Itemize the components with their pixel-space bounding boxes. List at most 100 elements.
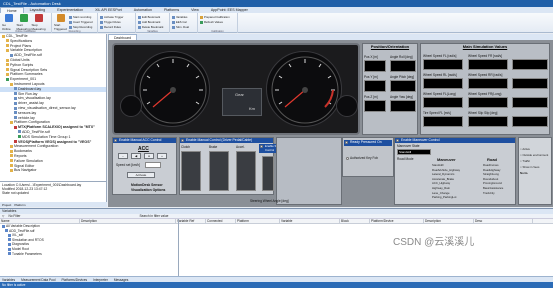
tree-item[interactable]: MTX(Platform SCALEXIO) assigned to "MTX" bbox=[0, 125, 106, 130]
bottom-tab-platforms[interactable]: Platforms/Devices bbox=[61, 278, 87, 282]
edit-bookmark-item[interactable]: Edit Bookmark bbox=[138, 15, 163, 19]
folder-icon bbox=[10, 154, 13, 158]
acc-resume-button[interactable]: ● bbox=[144, 153, 154, 159]
group-label: Online Calibration bbox=[15, 30, 36, 33]
angle-pitch-label: Angle Pitch [deg] bbox=[390, 75, 415, 79]
prop-state: State not updated bbox=[2, 191, 29, 195]
group-label: Variables bbox=[147, 30, 158, 33]
file-icon bbox=[10, 53, 13, 57]
maneuver-option[interactable]: Parking_ParkingLot bbox=[432, 195, 482, 200]
col-description-2[interactable]: Description bbox=[424, 219, 474, 223]
ees-cal-item[interactable]: EES Cal bbox=[172, 20, 189, 24]
road-list: RoadCurves RoadHighway StraightLong Roun… bbox=[483, 163, 515, 203]
col-name[interactable]: Name bbox=[0, 219, 80, 223]
bottom-tab-messages[interactable]: Messages bbox=[114, 278, 129, 282]
road-option[interactable]: TrackCity bbox=[483, 191, 515, 196]
variables-item[interactable]: Variables bbox=[172, 15, 189, 19]
stim-dual-item[interactable]: Stim. Dual bbox=[172, 25, 189, 29]
col-block[interactable]: Block bbox=[340, 219, 370, 223]
enable-maneuver-checkbox[interactable] bbox=[396, 139, 399, 142]
wheel-speed-rl-label: Wheel Speed RL [rad/s] bbox=[423, 73, 457, 77]
prepared-calibration-item[interactable]: Prepared Calibration bbox=[200, 15, 230, 19]
acc-set-button[interactable]: ◀ bbox=[131, 153, 141, 159]
folder-icon bbox=[10, 120, 13, 124]
visualization-caption-1: MotionDesk Sensor bbox=[131, 183, 163, 187]
col-variable-ref[interactable]: Variable Ref bbox=[176, 219, 206, 223]
layout-icon bbox=[14, 87, 17, 91]
properties-panel: Location C:\Users\...\Experiment_001\Das… bbox=[0, 181, 107, 202]
add-bookmark-item[interactable]: Add Bookmark bbox=[138, 20, 163, 24]
road-list-title: Road bbox=[487, 157, 497, 162]
col-platform[interactable]: Platform bbox=[236, 219, 280, 223]
stop-recording-item[interactable]: Stop Recording bbox=[69, 25, 93, 29]
fuel-gauge bbox=[120, 95, 142, 117]
variable-row[interactable]: Tunable Parameters bbox=[0, 252, 553, 257]
clutch-slider[interactable] bbox=[181, 151, 201, 191]
ready-pressured-checkbox[interactable] bbox=[345, 141, 348, 144]
brake-label: Brake bbox=[209, 145, 218, 149]
bottom-tab-measurement[interactable]: Measurement Data Pool bbox=[21, 278, 55, 282]
title-bar: CDL_TestFile - Automation Desk bbox=[0, 0, 553, 7]
wheel-speed-extra-display-3 bbox=[512, 97, 548, 108]
refresh-values-item[interactable]: Refresh Values bbox=[200, 20, 230, 24]
bookmark-icon bbox=[138, 15, 141, 19]
start-recording-item[interactable]: Start recording bbox=[69, 15, 93, 19]
bottom-tab-interpreter[interactable]: Interpreter bbox=[93, 278, 108, 282]
tree-item[interactable]: Bus Navigator bbox=[0, 168, 106, 173]
acc-minus-button[interactable]: − bbox=[118, 153, 128, 159]
steering-panel bbox=[276, 137, 342, 205]
acc-plus-button[interactable]: + bbox=[157, 153, 167, 159]
enable-pedal-checkbox[interactable] bbox=[181, 139, 184, 142]
platform-icon bbox=[14, 125, 17, 129]
insert-triggered-item[interactable]: Insert Triggered bbox=[69, 20, 93, 24]
tab-platform[interactable]: Platform bbox=[14, 203, 25, 207]
pos-x-display bbox=[364, 60, 386, 72]
wheel-speed-rl-display bbox=[423, 78, 463, 89]
col-connected[interactable]: Connected bbox=[206, 219, 236, 223]
col-desc[interactable]: Desc bbox=[474, 219, 533, 223]
angle-roll-label: Angle Roll [deg] bbox=[390, 55, 413, 59]
bookmark-icon bbox=[138, 20, 141, 24]
record-rules-item[interactable]: Record Rules bbox=[100, 25, 123, 29]
selector-lever[interactable] bbox=[262, 156, 274, 191]
bottom-tab-variables[interactable]: Variables bbox=[2, 278, 15, 282]
variable-group-icon bbox=[8, 238, 11, 242]
col-description[interactable]: Description bbox=[80, 219, 176, 223]
authorized-key-checkbox[interactable] bbox=[346, 156, 349, 160]
filter-icon[interactable]: ▽ bbox=[2, 214, 4, 218]
variable-group-icon bbox=[8, 252, 11, 256]
ribbon-group-trigger: Activate Trigger Trigger Rules Record Ru… bbox=[98, 13, 136, 33]
col-variable[interactable]: Variable bbox=[280, 219, 340, 223]
activate-trigger-item[interactable]: Activate Trigger bbox=[100, 15, 123, 19]
angle-yaw-display bbox=[390, 100, 416, 112]
acc-speed-input[interactable] bbox=[145, 162, 161, 168]
wheel-speed-fl-long-display bbox=[423, 97, 463, 108]
right-filter-field[interactable]: Search in filter value bbox=[140, 214, 169, 218]
filter-dropdown[interactable]: No Filter bbox=[8, 214, 20, 218]
wheel-speed-rr-display bbox=[468, 78, 508, 89]
accel-slider[interactable] bbox=[236, 151, 256, 191]
layout-icon bbox=[14, 96, 17, 100]
folder-icon bbox=[10, 82, 13, 86]
layout-icon bbox=[14, 92, 17, 96]
brake-slider[interactable] bbox=[209, 151, 229, 191]
ribbon: Go Online Start Measuring Stop Measuring… bbox=[0, 13, 553, 33]
temperature-gauge bbox=[336, 95, 358, 117]
panel-splitter[interactable] bbox=[178, 219, 179, 277]
wheel-speed-fl-label: Wheel Speed FL [rad/s] bbox=[423, 54, 457, 58]
record-icon bbox=[56, 14, 65, 22]
col-platform-device[interactable]: Platform/Device bbox=[370, 219, 424, 223]
pos-x-label: Pos X [m] bbox=[364, 55, 378, 59]
tab-project[interactable]: Project bbox=[2, 203, 11, 207]
folder-icon bbox=[6, 44, 9, 48]
delete-bookmark-item[interactable]: Delete Bookmark bbox=[138, 25, 163, 29]
enable-acc-checkbox[interactable] bbox=[114, 139, 117, 142]
acc-activate-button[interactable]: Activate bbox=[127, 172, 155, 178]
trigger-rules-item[interactable]: Trigger Rules bbox=[100, 20, 123, 24]
pos-z-display bbox=[364, 100, 386, 112]
accel-label: Accel. bbox=[236, 145, 245, 149]
window-title: CDL_TestFile - Automation Desk bbox=[3, 1, 61, 6]
enable-selector-checkbox[interactable] bbox=[260, 145, 263, 148]
sim-values-title: Main Simulation Values bbox=[462, 44, 508, 49]
calibration-icon bbox=[200, 15, 203, 19]
